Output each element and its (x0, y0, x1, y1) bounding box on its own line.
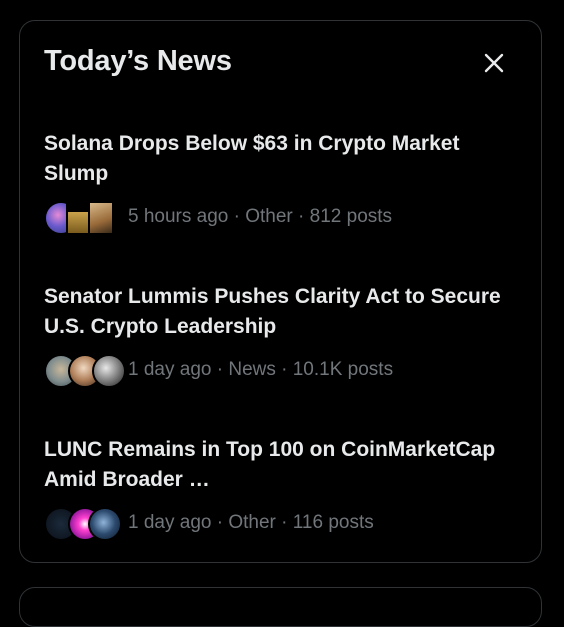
avatar-group (44, 200, 118, 235)
close-button[interactable] (474, 43, 514, 83)
news-meta: 1 day ago · News · 10.1K posts (128, 359, 394, 380)
avatar-group (44, 353, 126, 388)
news-headline: Solana Drops Below $63 in Crypto Market … (44, 132, 460, 185)
avatar (88, 507, 122, 541)
close-icon (484, 53, 504, 73)
news-meta-row: 1 day ago · Other · 116 posts (44, 506, 514, 541)
avatar (88, 201, 114, 235)
news-meta-row: 5 hours ago · Other · 812 posts (44, 200, 514, 235)
news-item[interactable]: LUNC Remains in Top 100 on CoinMarketCap… (44, 435, 514, 541)
news-item[interactable]: Solana Drops Below $63 in Crypto Market … (44, 129, 514, 235)
news-item[interactable]: Senator Lummis Pushes Clarity Act to Sec… (44, 282, 514, 388)
todays-news-panel: Today’s News Solana Drops Below $63 in C… (19, 20, 542, 563)
news-headline: Senator Lummis Pushes Clarity Act to Sec… (44, 285, 501, 338)
panel-title: Today’s News (44, 45, 232, 77)
next-panel (19, 587, 542, 627)
news-meta: 1 day ago · Other · 116 posts (128, 512, 374, 533)
news-headline: LUNC Remains in Top 100 on CoinMarketCap… (44, 438, 496, 491)
news-meta: 5 hours ago · Other · 812 posts (128, 206, 393, 227)
avatar (92, 354, 126, 388)
news-meta-row: 1 day ago · News · 10.1K posts (44, 353, 514, 388)
avatar-group (44, 506, 122, 541)
